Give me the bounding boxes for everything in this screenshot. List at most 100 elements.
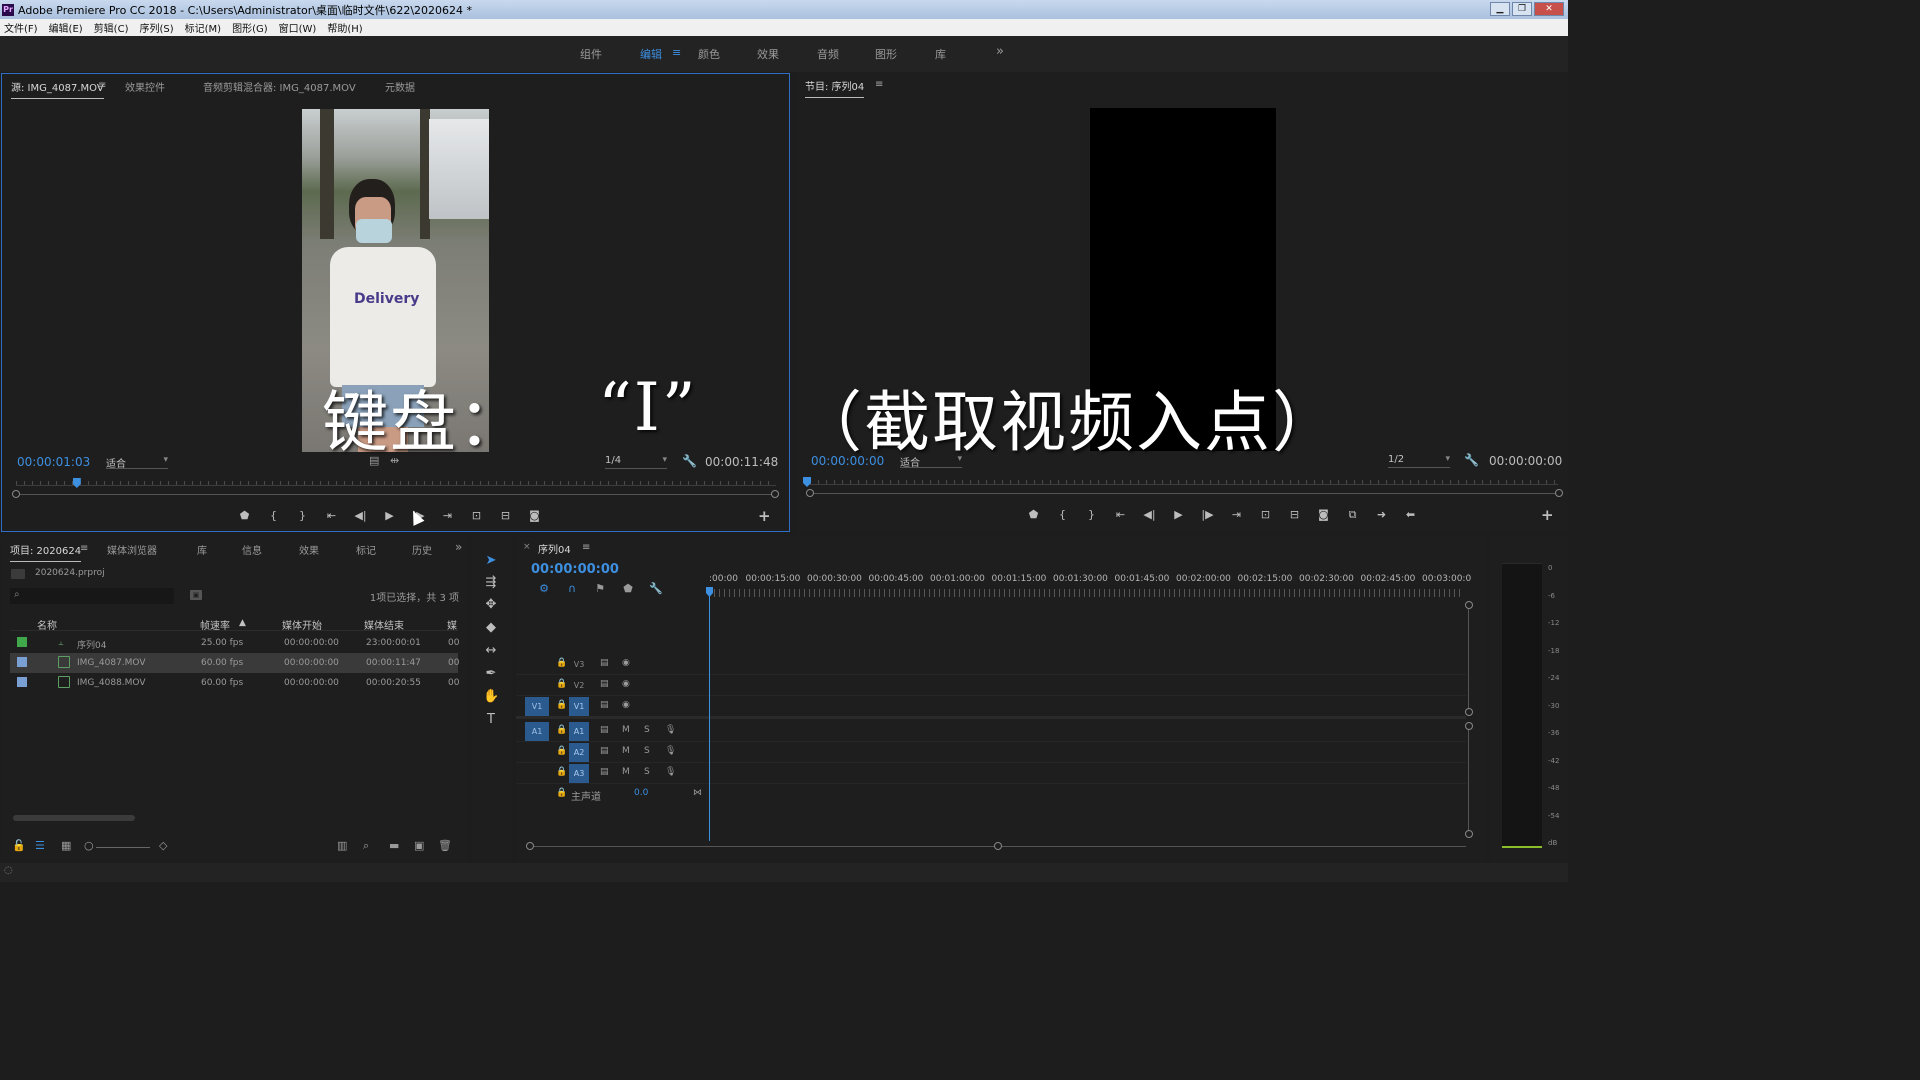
solo-button[interactable]: S: [644, 725, 650, 735]
label-color-swatch[interactable]: [17, 657, 27, 667]
solo-button[interactable]: S: [644, 767, 650, 777]
tab-effect-controls[interactable]: 效果控件: [125, 79, 165, 94]
timeline-ruler[interactable]: [709, 589, 1464, 597]
lock-icon[interactable]: 🔒: [556, 788, 567, 798]
project-hscrollbar[interactable]: [13, 815, 135, 821]
timeline-playhead[interactable]: [709, 587, 710, 841]
icon-view-icon[interactable]: ▦: [61, 839, 71, 852]
track-area[interactable]: [709, 654, 1466, 675]
program-resolution-dropdown[interactable]: 1/2: [1388, 454, 1450, 468]
source-patch-audio[interactable]: A1: [525, 722, 549, 741]
tab-program[interactable]: 节目: 序列04: [805, 78, 865, 98]
program-export-frame-icon[interactable]: ◙: [1309, 508, 1338, 522]
source-zoom-end-handle[interactable]: [771, 490, 779, 498]
workspace-assembly[interactable]: 组件: [580, 46, 602, 62]
tab-media-browser[interactable]: 媒体浏览器: [107, 542, 157, 557]
menu-clip[interactable]: 剪辑(C): [94, 20, 129, 35]
menu-graphics[interactable]: 图形(G): [232, 20, 268, 35]
timeline-zoom-end-handle[interactable]: [994, 842, 1002, 850]
lock-icon[interactable]: 🔒: [556, 700, 567, 710]
track-area[interactable]: [709, 696, 1466, 717]
audio-vscrollbar[interactable]: [1468, 726, 1469, 832]
source-resolution-dropdown[interactable]: 1/4: [605, 455, 667, 469]
workspace-audio[interactable]: 音频: [817, 46, 839, 62]
eye-icon[interactable]: ◉: [622, 658, 630, 668]
tab-audio-clip-mixer[interactable]: 音频剪辑混合器: IMG_4087.MOV: [203, 79, 356, 94]
hand-tool-icon[interactable]: ✋: [483, 689, 499, 704]
menu-sequence[interactable]: 序列(S): [139, 20, 173, 35]
label-color-swatch[interactable]: [17, 677, 27, 687]
go-to-in-icon[interactable]: ⇤: [317, 509, 346, 522]
program-mark-in-icon[interactable]: {: [1048, 508, 1077, 522]
mark-out-icon[interactable]: }: [288, 509, 317, 522]
workspace-overflow-icon[interactable]: »: [996, 44, 1004, 59]
video-audio-divider[interactable]: [516, 716, 1466, 719]
table-row[interactable]: IMG_4087.MOV 60.00 fps 00:00:00:00 00:00…: [10, 653, 459, 673]
zoom-slider[interactable]: [96, 847, 150, 848]
step-back-icon[interactable]: ◀|: [346, 509, 375, 522]
menu-file[interactable]: 文件(F): [4, 20, 38, 35]
lift-icon[interactable]: ⊡: [1251, 508, 1280, 522]
table-row[interactable]: IMG_4088.MOV 60.00 fps 00:00:00:00 00:00…: [10, 673, 459, 693]
program-wrench-icon[interactable]: 🔧: [1464, 453, 1479, 467]
audio-scroll-top-handle[interactable]: [1465, 722, 1473, 730]
selection-tool-icon[interactable]: ➤: [483, 553, 499, 568]
lock-icon[interactable]: 🔓: [12, 839, 26, 852]
program-add-marker-icon[interactable]: ⬟: [1019, 508, 1048, 522]
track-name[interactable]: A1: [569, 722, 589, 741]
type-tool-icon[interactable]: T: [483, 712, 499, 727]
minimize-icon[interactable]: ▁: [1490, 2, 1510, 16]
button-editor-icon[interactable]: +: [758, 507, 771, 525]
sync-lock-icon[interactable]: ▤: [600, 725, 609, 735]
video-vscrollbar[interactable]: [1468, 605, 1469, 712]
track-name[interactable]: V2: [569, 676, 589, 695]
tab-sequence[interactable]: 序列04: [538, 541, 571, 556]
overwrite-icon[interactable]: ⊟: [491, 509, 520, 522]
mic-icon[interactable]: 🎙: [665, 746, 676, 756]
slip-tool-icon[interactable]: ↔: [483, 643, 499, 658]
lock-icon[interactable]: 🔒: [556, 679, 567, 689]
program-zoom-bar[interactable]: [810, 493, 1560, 494]
track-area[interactable]: [709, 721, 1466, 742]
tab-metadata[interactable]: 元数据: [385, 79, 415, 94]
play-icon[interactable]: ▶: [375, 509, 404, 522]
trim-in-icon[interactable]: ➜: [1367, 508, 1396, 522]
sync-lock-icon[interactable]: ▤: [600, 700, 609, 710]
tab-info[interactable]: 信息: [242, 542, 262, 557]
track-area[interactable]: [709, 763, 1466, 784]
linked-selection-icon[interactable]: ⚑: [586, 582, 614, 595]
track-name[interactable]: A2: [569, 743, 589, 762]
tab-source[interactable]: 源: IMG_4087.MOV: [11, 79, 104, 99]
pen-tool-icon[interactable]: ✒: [483, 666, 499, 681]
wrench-icon[interactable]: 🔧: [682, 454, 697, 468]
sort-icons-icon[interactable]: ◇: [159, 839, 167, 852]
find-icon[interactable]: ⌕: [363, 839, 369, 853]
source-fit-dropdown[interactable]: 适合: [106, 455, 168, 470]
audio-scroll-bottom-handle[interactable]: [1465, 830, 1473, 838]
new-item-icon[interactable]: ▣: [414, 839, 424, 852]
track-select-icon[interactable]: ⇶: [483, 575, 499, 590]
program-step-back-icon[interactable]: ◀|: [1135, 508, 1164, 522]
col-media-end[interactable]: 媒体结束: [364, 617, 404, 632]
close-sequence-icon[interactable]: ×: [523, 542, 531, 552]
close-icon[interactable]: ✕: [1534, 2, 1564, 16]
program-zoom-end-handle[interactable]: [1555, 489, 1563, 497]
nest-icon[interactable]: ⚙: [530, 582, 558, 595]
razor-tool-icon[interactable]: ◆: [483, 620, 499, 635]
go-to-end-icon[interactable]: ⋈: [693, 788, 702, 798]
workspace-menu-icon[interactable]: ≡: [672, 46, 681, 59]
ripple-edit-icon[interactable]: ✥: [483, 597, 499, 612]
lock-icon[interactable]: 🔒: [556, 725, 567, 735]
video-scroll-top-handle[interactable]: [1465, 601, 1473, 609]
program-step-forward-icon[interactable]: |▶: [1193, 508, 1222, 522]
source-timecode[interactable]: 00:00:01:03: [17, 455, 90, 469]
program-menu-icon[interactable]: ≡: [875, 79, 883, 90]
lock-icon[interactable]: 🔒: [556, 746, 567, 756]
mic-icon[interactable]: 🎙: [665, 767, 676, 777]
video-scroll-bottom-handle[interactable]: [1465, 708, 1473, 716]
sync-lock-icon[interactable]: ▤: [600, 658, 609, 668]
zoom-slider-knob[interactable]: ○: [84, 839, 94, 852]
add-marker-icon[interactable]: ⬟: [230, 509, 259, 522]
program-button-editor-icon[interactable]: +: [1541, 506, 1554, 524]
timeline-zoom-start-handle[interactable]: [526, 842, 534, 850]
